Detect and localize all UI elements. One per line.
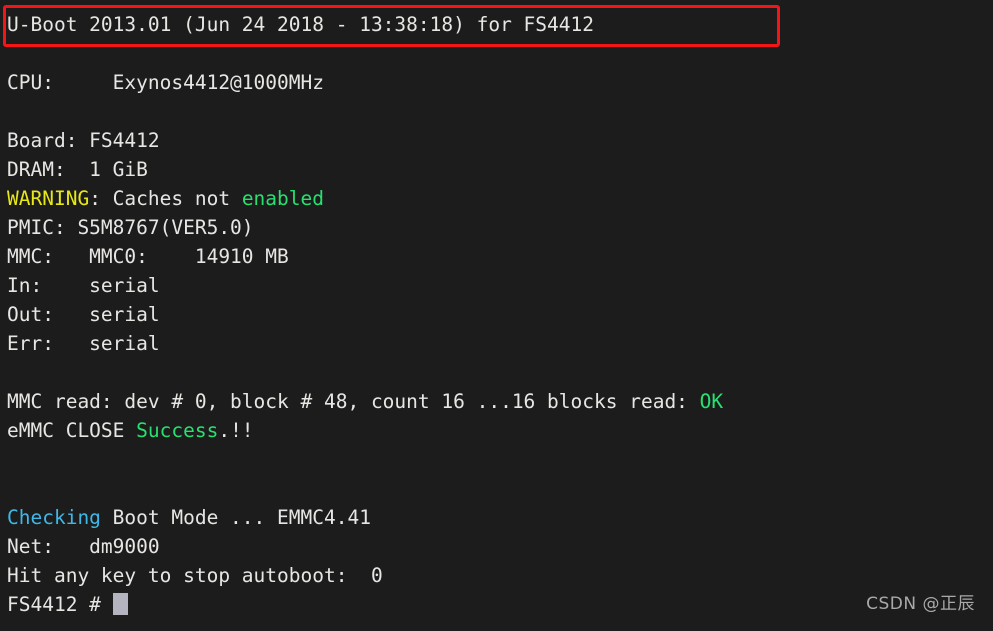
line-board-seg-0: Board: FS4412 <box>7 129 160 152</box>
line-err-seg-0: Err: serial <box>7 332 160 355</box>
line-mmc-read-seg-1: OK <box>699 390 724 413</box>
line-mmc: MMC: MMC0: 14910 MB <box>7 242 993 271</box>
line-net-seg-0: Net: dm9000 <box>7 535 160 558</box>
line-warning: WARNING: Caches not enabled <box>7 184 993 213</box>
line-autoboot: Hit any key to stop autoboot: 0 <box>7 561 993 590</box>
line-cpu: CPU: Exynos4412@1000MHz <box>7 68 993 97</box>
line-in-seg-0: In: serial <box>7 274 160 297</box>
line-prompt: FS4412 # <box>7 590 993 619</box>
line-banner: U-Boot 2013.01 (Jun 24 2018 - 13:38:18) … <box>7 10 993 39</box>
line-blank-5 <box>7 474 993 503</box>
line-prompt-seg-0: FS4412 # <box>7 593 113 616</box>
line-warning-seg-2: enabled <box>241 187 324 210</box>
watermark-label: CSDN @正辰 <box>866 594 975 614</box>
line-board: Board: FS4412 <box>7 126 993 155</box>
line-checking: Checking Boot Mode ... EMMC4.41 <box>7 503 993 532</box>
line-emmc-close-seg-1: Success <box>136 419 219 442</box>
line-dram-seg-0: DRAM: 1 GiB <box>7 158 148 181</box>
console-output: U-Boot 2013.01 (Jun 24 2018 - 13:38:18) … <box>7 10 993 619</box>
line-emmc-close-seg-2: .!! <box>218 419 254 442</box>
line-pmic: PMIC: S5M8767(VER5.0) <box>7 213 993 242</box>
line-mmc-seg-0: MMC: MMC0: 14910 MB <box>7 245 289 268</box>
serial-console-terminal[interactable]: U-Boot 2013.01 (Jun 24 2018 - 13:38:18) … <box>0 0 993 631</box>
line-mmc-read: MMC read: dev # 0, block # 48, count 16 … <box>7 387 993 416</box>
terminal-cursor <box>112 593 128 615</box>
line-checking-seg-1: Boot Mode ... EMMC4.41 <box>100 506 371 529</box>
line-warning-seg-0: WARNING <box>7 187 90 210</box>
line-cpu-seg-0: CPU: Exynos4412@1000MHz <box>7 71 324 94</box>
line-in: In: serial <box>7 271 993 300</box>
line-mmc-read-seg-0: MMC read: dev # 0, block # 48, count 16 … <box>7 390 700 413</box>
line-blank-4 <box>7 445 993 474</box>
line-checking-seg-0: Checking <box>7 506 101 529</box>
line-warning-seg-1: : Caches not <box>89 187 242 210</box>
line-emmc-close: eMMC CLOSE Success.!! <box>7 416 993 445</box>
line-net: Net: dm9000 <box>7 532 993 561</box>
line-out: Out: serial <box>7 300 993 329</box>
line-err: Err: serial <box>7 329 993 358</box>
line-banner-seg-0: U-Boot 2013.01 (Jun 24 2018 - 13:38:18) … <box>7 13 594 36</box>
line-blank-1 <box>7 39 993 68</box>
line-blank-3 <box>7 358 993 387</box>
line-out-seg-0: Out: serial <box>7 303 160 326</box>
line-autoboot-seg-0: Hit any key to stop autoboot: 0 <box>7 564 383 587</box>
line-dram: DRAM: 1 GiB <box>7 155 993 184</box>
line-emmc-close-seg-0: eMMC CLOSE <box>7 419 137 442</box>
line-pmic-seg-0: PMIC: S5M8767(VER5.0) <box>7 216 254 239</box>
line-blank-2 <box>7 97 993 126</box>
